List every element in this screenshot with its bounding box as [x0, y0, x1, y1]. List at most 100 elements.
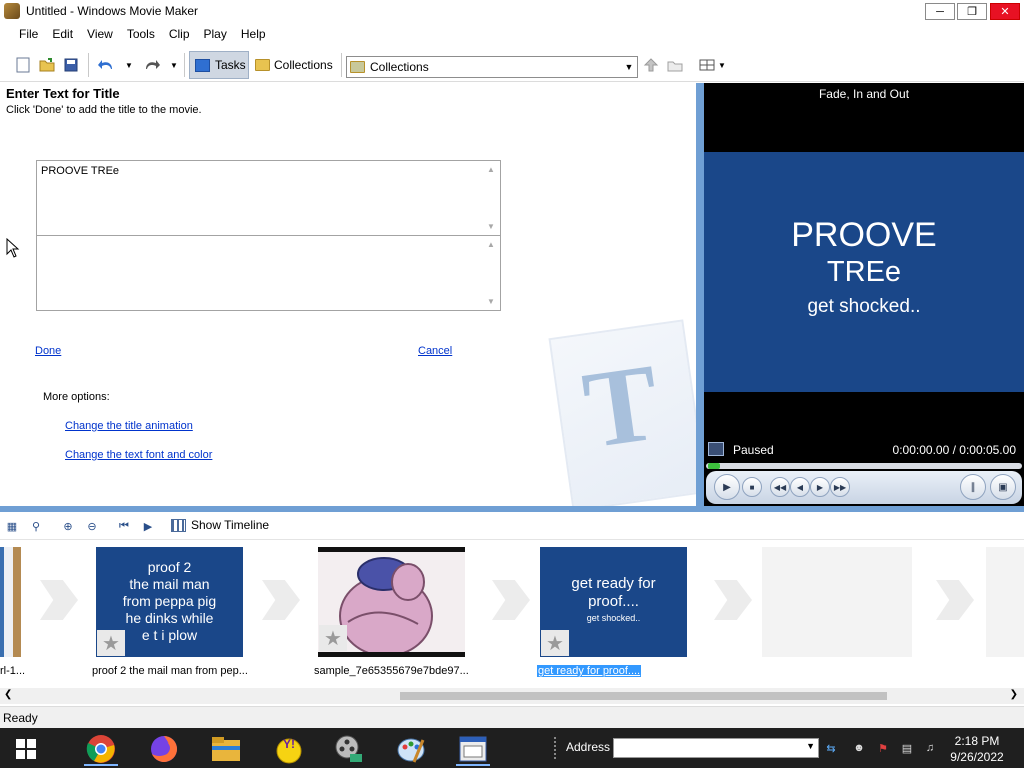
- take-picture-icon[interactable]: ▣: [990, 474, 1016, 500]
- scroll-up-icon[interactable]: ▲: [487, 165, 495, 174]
- new-collection-folder-icon[interactable]: [666, 56, 684, 74]
- storyboard-scrollbar[interactable]: ❮ ❯: [0, 688, 1024, 704]
- messenger-tray-icon[interactable]: ☻: [852, 741, 866, 755]
- collections-label: Collections: [274, 58, 333, 72]
- empty-clip-slot[interactable]: [986, 547, 1024, 657]
- split-clip-icon[interactable]: ∥: [960, 474, 986, 500]
- chrome-taskbar-icon[interactable]: [78, 732, 124, 766]
- clip-thumbnail-1[interactable]: proof 2 the mail man from peppa pig he d…: [96, 547, 243, 657]
- movie-maker-app-icon[interactable]: [4, 3, 20, 19]
- scrollbar-thumb[interactable]: [400, 692, 887, 700]
- play-icon[interactable]: ▶: [714, 474, 740, 500]
- transition-slot[interactable]: [40, 580, 78, 620]
- clip-thumbnail-0[interactable]: [0, 547, 21, 657]
- menu-play[interactable]: Play: [197, 23, 234, 45]
- clip-label-0[interactable]: rl-1...: [0, 665, 25, 677]
- seek-bar[interactable]: [706, 463, 1022, 469]
- tasks-button[interactable]: Tasks: [189, 51, 249, 79]
- chevron-down-icon[interactable]: ▼: [806, 741, 815, 751]
- zoom-in-icon[interactable]: ⊕: [60, 518, 76, 534]
- minimize-button[interactable]: ─: [925, 3, 955, 20]
- new-project-icon[interactable]: [14, 56, 32, 74]
- collections-dropdown[interactable]: Collections ▼: [346, 56, 638, 78]
- up-level-icon[interactable]: [642, 56, 660, 74]
- back-icon[interactable]: ◀: [790, 477, 810, 497]
- menu-help[interactable]: Help: [234, 23, 273, 45]
- views-dropdown-icon[interactable]: ▼: [713, 56, 731, 74]
- clip-label-3-selected[interactable]: get ready for proof....: [537, 665, 642, 677]
- more-options-label: More options:: [43, 391, 110, 403]
- clip-3-text-line: get ready for: [571, 575, 656, 592]
- title-text-input[interactable]: PROOVE TREe ▲ ▼: [36, 160, 501, 236]
- redo-icon[interactable]: [143, 56, 161, 74]
- subtitle-text-input[interactable]: ▲ ▼: [36, 235, 501, 311]
- clip-thumbnail-3[interactable]: get ready for proof.... get shocked.. ★: [540, 547, 687, 657]
- scroll-right-icon[interactable]: ❯: [1010, 689, 1018, 700]
- clip-label-1[interactable]: proof 2 the mail man from pep...: [92, 665, 248, 677]
- file-explorer-taskbar-icon[interactable]: [203, 732, 249, 766]
- status-text: Ready: [3, 711, 38, 725]
- storyboard-toolbar: ▦ ⚲ ⊕ ⊖ ⏮ ▶ Show Timeline: [0, 512, 1024, 540]
- subtitle-text-scrollbar[interactable]: ▲ ▼: [483, 236, 500, 310]
- windows-start-icon[interactable]: [16, 739, 36, 762]
- title-text-scrollbar[interactable]: ▲ ▼: [483, 161, 500, 235]
- stop-icon[interactable]: ■: [742, 477, 762, 497]
- menu-tools[interactable]: Tools: [120, 23, 162, 45]
- address-input[interactable]: ▼: [613, 738, 819, 758]
- set-audio-levels-icon[interactable]: ▦: [4, 518, 20, 534]
- restore-button[interactable]: ❐: [957, 3, 987, 20]
- movie-maker-taskbar-icon[interactable]: [326, 732, 372, 766]
- firefox-taskbar-icon[interactable]: [141, 732, 187, 766]
- undo-icon[interactable]: [97, 56, 115, 74]
- menu-clip[interactable]: Clip: [162, 23, 197, 45]
- transition-slot[interactable]: [262, 580, 300, 620]
- clock-date: 9/26/2022: [950, 750, 1004, 764]
- narrate-timeline-icon[interactable]: ⚲: [28, 518, 44, 534]
- next-frame-icon[interactable]: ▶▶: [830, 477, 850, 497]
- command-prompt-taskbar-icon[interactable]: [450, 732, 496, 766]
- menu-edit[interactable]: Edit: [45, 23, 80, 45]
- scroll-up-icon[interactable]: ▲: [487, 240, 495, 249]
- rewind-storyboard-icon[interactable]: ⏮: [116, 518, 132, 534]
- paint-taskbar-icon[interactable]: [388, 732, 434, 766]
- play-storyboard-icon[interactable]: ▶: [140, 518, 156, 534]
- system-clock[interactable]: 2:18 PM 9/26/2022: [940, 733, 1014, 765]
- close-button[interactable]: ✕: [990, 3, 1020, 20]
- undo-dropdown-icon[interactable]: ▼: [120, 56, 138, 74]
- notification-tray-icon[interactable]: ▤: [900, 741, 914, 755]
- menu-view[interactable]: View: [80, 23, 120, 45]
- menu-file[interactable]: File: [12, 23, 45, 45]
- volume-icon[interactable]: ♫: [923, 741, 937, 755]
- save-project-icon[interactable]: [62, 56, 80, 74]
- forward-icon[interactable]: ▶: [810, 477, 830, 497]
- collections-button[interactable]: Collections: [252, 51, 336, 79]
- done-link[interactable]: Done: [35, 345, 61, 357]
- seek-handle[interactable]: [708, 463, 720, 469]
- clip-label-2[interactable]: sample_7e65355679e7bde97...: [314, 665, 469, 677]
- clip-thumbnail-2[interactable]: ★: [318, 547, 465, 657]
- storyboard: rl-1... proof 2 the mail man from peppa …: [0, 540, 1024, 688]
- zoom-out-icon[interactable]: ⊖: [84, 518, 100, 534]
- redo-dropdown-icon[interactable]: ▼: [165, 56, 183, 74]
- show-timeline-button[interactable]: Show Timeline: [171, 518, 269, 532]
- go-arrows-icon[interactable]: ⇆: [824, 741, 838, 755]
- yahoo-messenger-taskbar-icon[interactable]: Y!: [266, 732, 312, 766]
- transition-slot[interactable]: [714, 580, 752, 620]
- change-font-color-link[interactable]: Change the text font and color: [65, 449, 212, 461]
- transition-slot[interactable]: [936, 580, 974, 620]
- network-error-icon[interactable]: ⚑: [876, 741, 890, 755]
- transition-slot[interactable]: [492, 580, 530, 620]
- chevron-down-icon[interactable]: ▼: [621, 57, 637, 77]
- scroll-left-icon[interactable]: ❮: [4, 689, 12, 700]
- title-watermark-graphic: T: [548, 319, 696, 506]
- vertical-splitter[interactable]: [696, 83, 704, 508]
- scroll-down-icon[interactable]: ▼: [487, 297, 495, 306]
- open-project-icon[interactable]: [38, 56, 56, 74]
- previous-frame-icon[interactable]: ◀◀: [770, 477, 790, 497]
- clip-3-text-line: get shocked..: [586, 613, 641, 623]
- change-title-animation-link[interactable]: Change the title animation: [65, 420, 193, 432]
- cancel-link[interactable]: Cancel: [418, 345, 452, 357]
- scroll-down-icon[interactable]: ▼: [487, 222, 495, 231]
- empty-clip-slot[interactable]: [762, 547, 912, 657]
- toolbar-grip[interactable]: [554, 737, 558, 759]
